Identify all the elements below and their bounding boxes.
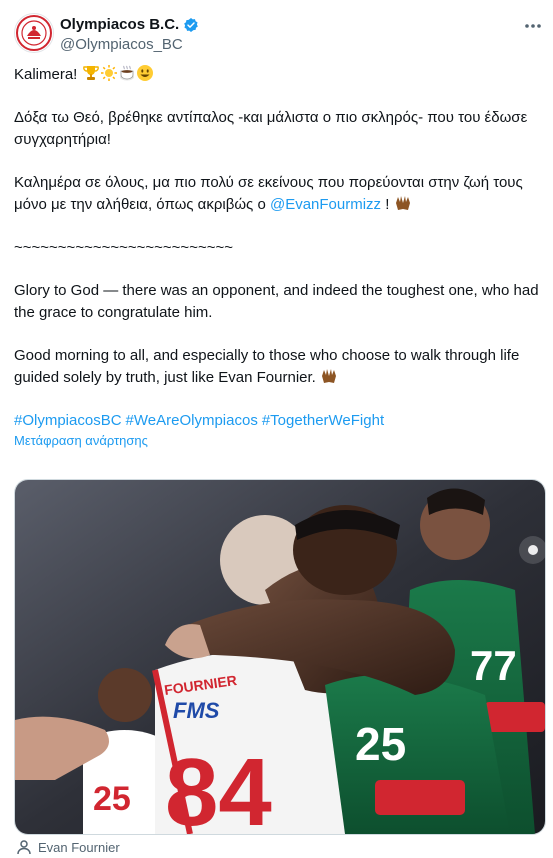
photo-image: 25 77 FOURNIER FMS 84 25 (15, 480, 545, 834)
hashtag-togetherwefight[interactable]: #TogetherWeFight (262, 412, 384, 429)
english-paragraph-1: Glory to God — there was an opponent, an… (14, 282, 539, 321)
bg-jersey-number: 25 (93, 780, 131, 818)
hashtag-olympiacosbc[interactable]: #OlympiacosBC (14, 412, 122, 429)
smiley-icon (136, 65, 153, 81)
greeting-line: Kalimera! (14, 64, 548, 86)
sun-icon (100, 65, 117, 81)
separator-line: ~~~~~~~~~~~~~~~~~~~~~~~~~ (14, 239, 233, 256)
olympiacos-crest-icon (16, 15, 52, 51)
english-paragraph-2: Good morning to all, and especially to t… (14, 345, 548, 389)
greek-paragraph-2-end: ! (381, 196, 394, 213)
greeting-text: Kalimera! (14, 66, 78, 83)
green-jersey-number-right: 77 (470, 642, 517, 689)
greek-paragraph-1: Δόξα τω Θεό, βρέθηκε αντίπαλος -και μάλι… (14, 109, 528, 148)
tweet-header: Olympiacos B.C. @Olympiacos_BC (14, 13, 544, 57)
account-avatar[interactable] (14, 13, 54, 53)
more-options-icon[interactable] (522, 15, 544, 37)
display-name[interactable]: Olympiacos B.C. (60, 15, 179, 35)
mention-link[interactable]: @EvanFourmizz (270, 196, 381, 213)
sponsor-text: FMS (173, 698, 220, 723)
person-tag-icon (17, 840, 31, 855)
english-paragraph-2-text: Good morning to all, and especially to t… (14, 347, 520, 386)
hashtag-line: #OlympiacosBC #WeAreOlympiacos #TogetherWe… (14, 410, 548, 432)
hashtag-weareolympiacos[interactable]: #WeAreOlympiacos (126, 412, 258, 429)
verified-badge-icon (184, 18, 199, 32)
green-jersey-number-left: 25 (355, 718, 406, 770)
photo-tag-caption[interactable]: Evan Fournier (16, 839, 120, 855)
coffee-icon (119, 65, 134, 81)
tweet-body: Kalimera! Δόξα τω Θεό, βρέθηκε αντίπαλος… (14, 64, 548, 450)
trophy-icon (82, 66, 99, 80)
photo-tag-name: Evan Fournier (38, 839, 120, 855)
raised-hands-icon (395, 196, 410, 210)
greek-paragraph-2: Καλημέρα σε όλους, μα πιο πολύ σε εκείνο… (14, 172, 548, 216)
raised-hands-icon (322, 369, 336, 383)
translate-post-link[interactable]: Μετάφραση ανάρτησης (14, 432, 548, 450)
tweet-photo[interactable]: 25 77 FOURNIER FMS 84 25 (14, 479, 546, 835)
account-handle[interactable]: @Olympiacos_BC (60, 35, 199, 55)
greek-paragraph-2-text: Καλημέρα σε όλους, μα πιο πολύ σε εκείνο… (14, 174, 523, 213)
white-jersey-number: 84 (165, 739, 272, 834)
